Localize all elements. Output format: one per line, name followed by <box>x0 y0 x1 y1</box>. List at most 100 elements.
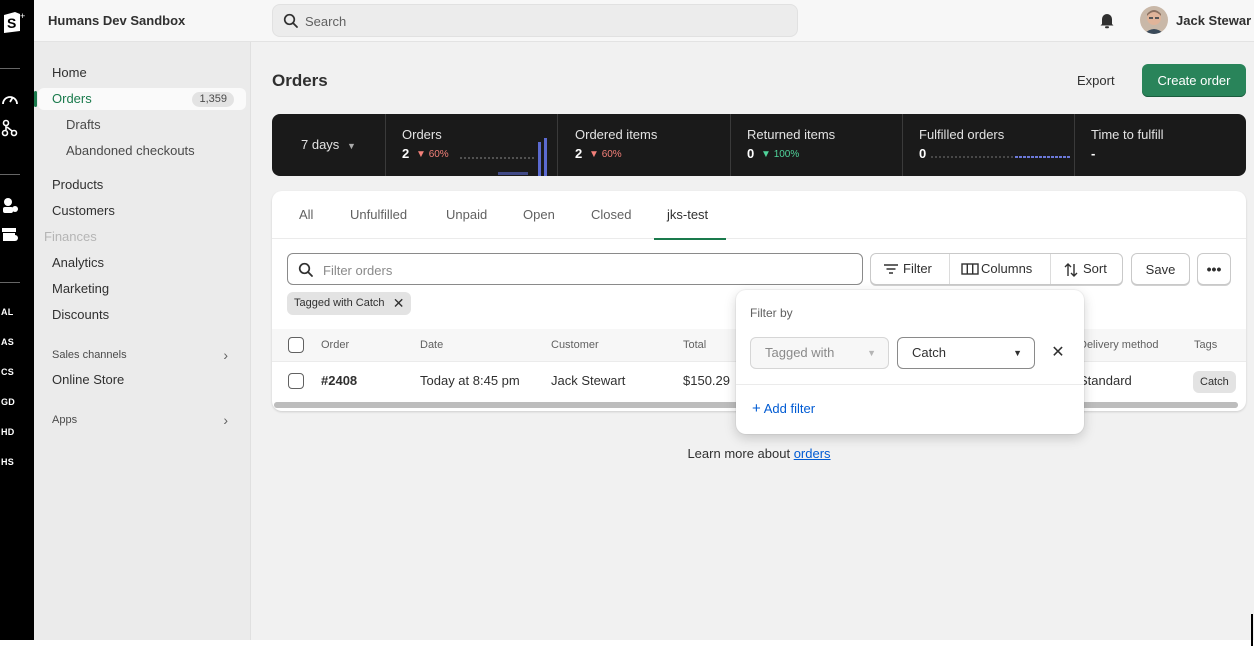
caret-down-icon: ▼ <box>1013 348 1022 358</box>
column-header-total[interactable]: Total <box>683 329 706 362</box>
rail-app-al[interactable]: AL <box>1 307 13 317</box>
user-name[interactable]: Jack Stewar <box>1176 13 1251 28</box>
metric-delta: ▼ 60% <box>416 149 449 160</box>
sidebar: Home Orders 1,359 Drafts Abandoned check… <box>34 42 251 640</box>
sidebar-item-finances[interactable]: Finances <box>34 226 242 248</box>
sidebar-item-home[interactable]: Home <box>34 62 242 84</box>
trend-down-icon: ▼ <box>761 149 774 160</box>
filter-orders-input[interactable] <box>323 260 843 280</box>
caret-down-icon: ▼ <box>346 141 356 151</box>
metric-label: Fulfilled orders <box>919 127 1005 142</box>
columns-button[interactable]: Columns <box>950 254 1050 284</box>
order-delivery-method: Standard <box>1079 373 1132 388</box>
sidebar-item-discounts[interactable]: Discounts <box>34 304 242 326</box>
speedometer-icon[interactable] <box>0 90 20 110</box>
sidebar-item-drafts[interactable]: Drafts <box>34 114 242 136</box>
sidebar-item-label: Finances <box>44 229 97 244</box>
tab-unpaid[interactable]: Unpaid <box>433 191 500 239</box>
filter-orders-field[interactable] <box>287 253 863 285</box>
sidebar-item-label: Home <box>52 65 87 80</box>
sidebar-item-label: Drafts <box>66 117 101 132</box>
tab-all[interactable]: All <box>286 191 326 239</box>
popover-divider <box>736 384 1084 385</box>
plus-icon: + <box>752 400 761 417</box>
metric-ordered-items[interactable]: Ordered items 2 ▼ 60% <box>559 114 731 176</box>
row-checkbox[interactable] <box>288 373 304 389</box>
save-view-button[interactable]: Save <box>1131 253 1190 285</box>
metric-value: 0 <box>919 146 927 161</box>
sidebar-item-label: Online Store <box>52 372 125 387</box>
sidebar-item-label: Discounts <box>52 307 110 322</box>
filter-popover: Filter by Tagged with ▼ Catch ▼ ✕ + Add f… <box>736 290 1084 434</box>
period-selector[interactable]: 7 days ▼ <box>272 114 386 176</box>
rail-app-hd[interactable]: HD <box>1 427 14 437</box>
caret-down-icon: ▼ <box>867 348 876 358</box>
filter-value-select[interactable]: Catch ▼ <box>897 337 1035 369</box>
metric-fulfilled-orders[interactable]: Fulfilled orders 0 <box>903 114 1075 176</box>
create-order-button[interactable]: Create order <box>1142 64 1246 97</box>
columns-icon <box>961 263 979 275</box>
sidebar-item-customers[interactable]: Customers <box>34 200 242 222</box>
tab-open[interactable]: Open <box>510 191 568 239</box>
column-header-date[interactable]: Date <box>420 329 443 362</box>
tab-closed[interactable]: Closed <box>578 191 644 239</box>
chevron-right-icon: › <box>223 347 228 363</box>
sidebar-item-products[interactable]: Products <box>34 174 242 196</box>
column-header-tags[interactable]: Tags <box>1194 329 1217 362</box>
column-header-order[interactable]: Order <box>321 329 349 362</box>
tab-unfulfilled[interactable]: Unfulfilled <box>337 191 420 239</box>
select-value: Catch <box>912 345 946 360</box>
sidebar-item-abandoned-checkouts[interactable]: Abandoned checkouts <box>34 140 242 162</box>
metric-value: 0 <box>747 146 755 161</box>
sort-button[interactable]: Sort <box>1051 254 1123 284</box>
sidebar-section-sales-channels[interactable]: Sales channels › <box>34 344 242 366</box>
trend-down-icon: ▼ <box>589 149 602 160</box>
sidebar-item-analytics[interactable]: Analytics <box>34 252 242 274</box>
column-header-delivery-method[interactable]: Delivery method <box>1079 329 1158 362</box>
tab-jks-test[interactable]: jks-test <box>654 191 726 240</box>
column-header-customer[interactable]: Customer <box>551 329 599 362</box>
filter-button[interactable]: Filter <box>871 254 949 284</box>
store-settings-icon[interactable] <box>0 224 20 244</box>
order-total: $150.29 <box>683 373 730 388</box>
sidebar-item-marketing[interactable]: Marketing <box>34 278 242 300</box>
bell-icon[interactable] <box>1099 11 1115 29</box>
metric-time-to-fulfill[interactable]: Time to fulfill - <box>1075 114 1246 176</box>
rail-app-hs[interactable]: HS <box>1 457 14 467</box>
search-input[interactable] <box>305 11 785 31</box>
sidebar-section-apps[interactable]: Apps › <box>34 409 242 431</box>
store-name[interactable]: Humans Dev Sandbox <box>48 13 185 28</box>
learn-more-orders-link[interactable]: orders <box>794 446 831 461</box>
shopify-logo-icon[interactable]: S + <box>0 7 28 35</box>
metric-label: Ordered items <box>575 127 658 142</box>
metric-delta-value: 60% <box>601 149 622 160</box>
search-icon <box>283 13 298 28</box>
chip-label: Tagged with Catch <box>294 297 385 309</box>
sidebar-item-label: Abandoned checkouts <box>66 143 195 158</box>
rail-app-cs[interactable]: CS <box>1 367 14 377</box>
metric-delta-value: 100% <box>773 149 800 160</box>
remove-filter-close-icon[interactable]: ✕ <box>1048 342 1068 364</box>
close-icon[interactable]: ✕ <box>393 292 405 315</box>
sidebar-item-label: Marketing <box>52 281 110 296</box>
order-number[interactable]: #2408 <box>321 362 357 398</box>
export-button[interactable]: Export <box>1069 65 1123 97</box>
bottom-strip <box>0 640 1254 650</box>
more-actions-button[interactable]: ••• <box>1197 253 1231 285</box>
global-search[interactable] <box>272 4 798 37</box>
applied-filter-chip[interactable]: Tagged with Catch ✕ <box>287 292 411 315</box>
order-tag: Catch <box>1193 371 1236 393</box>
add-filter-button[interactable]: + Add filter <box>752 400 815 417</box>
metric-delta: ▼ 60% <box>589 149 622 160</box>
sidebar-item-label: Products <box>52 177 104 192</box>
rail-app-gd[interactable]: GD <box>1 397 15 407</box>
select-all-checkbox[interactable] <box>288 337 304 353</box>
rail-app-as[interactable]: AS <box>1 337 14 347</box>
apps-settings-icon[interactable] <box>0 196 20 216</box>
sidebar-item-orders[interactable]: Orders 1,359 <box>34 88 246 110</box>
flow-icon[interactable] <box>0 118 20 138</box>
sidebar-item-online-store[interactable]: Online Store <box>34 369 242 391</box>
metric-orders[interactable]: Orders 2 ▼ 60% <box>386 114 558 176</box>
metric-returned-items[interactable]: Returned items 0 ▼ 100% <box>731 114 903 176</box>
avatar[interactable] <box>1140 6 1168 34</box>
